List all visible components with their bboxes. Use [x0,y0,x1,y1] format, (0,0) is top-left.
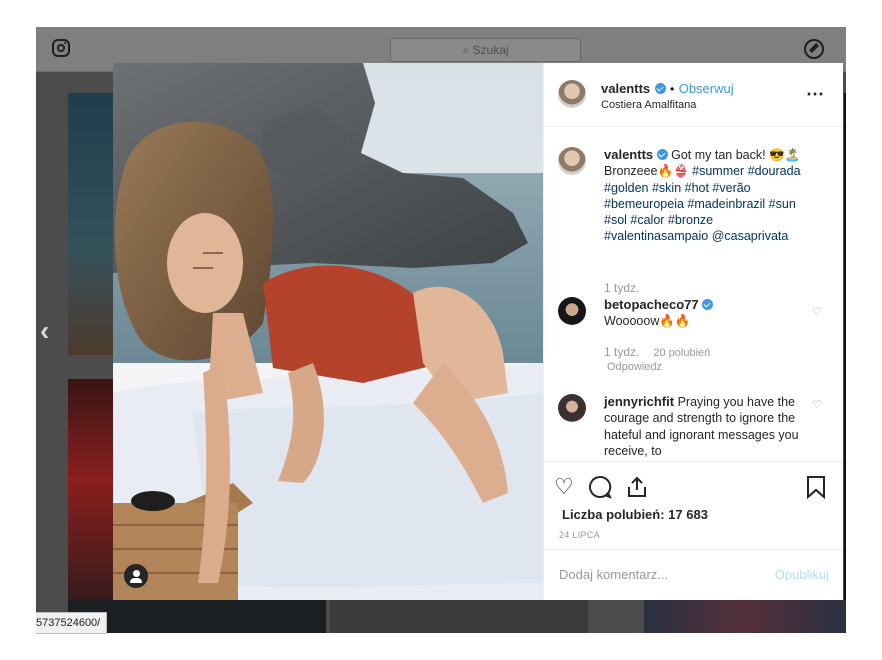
comments-section: valentts Got my tan back! 😎🏝️ Bronzeee🔥👙… [544,127,843,461]
verified-badge-icon [656,149,668,160]
background-grid-tile[interactable] [644,600,846,633]
post-modal: valentts • Obserwuj Costiera Amalfitana … [113,63,843,600]
caption-username[interactable]: valentts [604,147,653,162]
tagged-users-icon[interactable] [124,564,148,588]
save-bookmark-icon[interactable] [806,475,826,505]
likes-count[interactable]: Liczba polubień: 17 683 [562,507,708,522]
comment-body: betopacheco77 Wooooow🔥🔥 [604,297,818,330]
commenter-avatar[interactable] [558,297,586,325]
follow-button[interactable]: Obserwuj [679,81,734,96]
status-bar-url: 5737524600/ [36,612,108,634]
background-grid-tile[interactable] [330,600,588,633]
like-comment-heart-icon[interactable]: ♡ [812,398,822,411]
verified-badge-icon [654,83,666,94]
explore-compass-icon[interactable] [804,39,824,59]
previous-post-arrow-icon[interactable]: ‹ [40,315,49,347]
comment-body: jennyrichfit Praying you have the courag… [604,394,800,459]
instagram-logo-icon[interactable] [52,39,70,57]
photo-illustration [113,63,543,600]
like-comment-heart-icon[interactable]: ♡ [812,305,822,318]
like-heart-icon[interactable]: ♡ [554,474,574,500]
comment-input[interactable]: Dodaj komentarz... [559,567,668,582]
author-username[interactable]: valentts [601,81,650,96]
caption-body: valentts Got my tan back! 😎🏝️ Bronzeee🔥👙… [604,147,818,245]
search-placeholder: Szukaj [472,43,509,57]
post-actions: ♡ Liczba polubień: 17 683 24 LIPCA [544,461,843,550]
comment-bubble-icon[interactable] [588,475,612,505]
comment-likes[interactable]: 20 polubień [653,347,710,359]
add-comment-bar: Dodaj komentarz... Opublikuj [544,549,843,601]
comment-username[interactable]: betopacheco77 [604,297,699,312]
caption-time: 1 tydz. [604,281,640,295]
more-options-icon[interactable]: ⋯ [806,84,825,105]
comment-username[interactable]: jennyrichfit [604,394,674,409]
separator-dot: • [670,82,675,96]
location-link[interactable]: Costiera Amalfitana [601,99,696,111]
post-header: valentts • Obserwuj Costiera Amalfitana … [544,63,843,127]
publish-button[interactable]: Opublikuj [775,567,829,582]
post-photo[interactable] [113,63,543,600]
post-date[interactable]: 24 LIPCA [559,530,600,540]
reply-button[interactable]: Odpowiedz [607,361,662,373]
comment-time: 1 tydz. [604,345,640,359]
caption-avatar[interactable] [558,147,586,175]
commenter-avatar[interactable] [558,394,586,422]
post-sidebar: valentts • Obserwuj Costiera Amalfitana … [543,63,843,600]
search-input[interactable]: ⌕ Szukaj [390,38,581,62]
author-avatar[interactable] [558,80,586,108]
comment-meta: 1 tydz. 20 polubień [604,345,710,359]
background-grid-tile[interactable] [844,93,846,633]
comment-text: Wooooow🔥🔥 [604,314,691,329]
share-icon[interactable] [625,475,649,505]
author-line: valentts • Obserwuj [601,80,734,98]
verified-badge-icon [702,299,714,310]
